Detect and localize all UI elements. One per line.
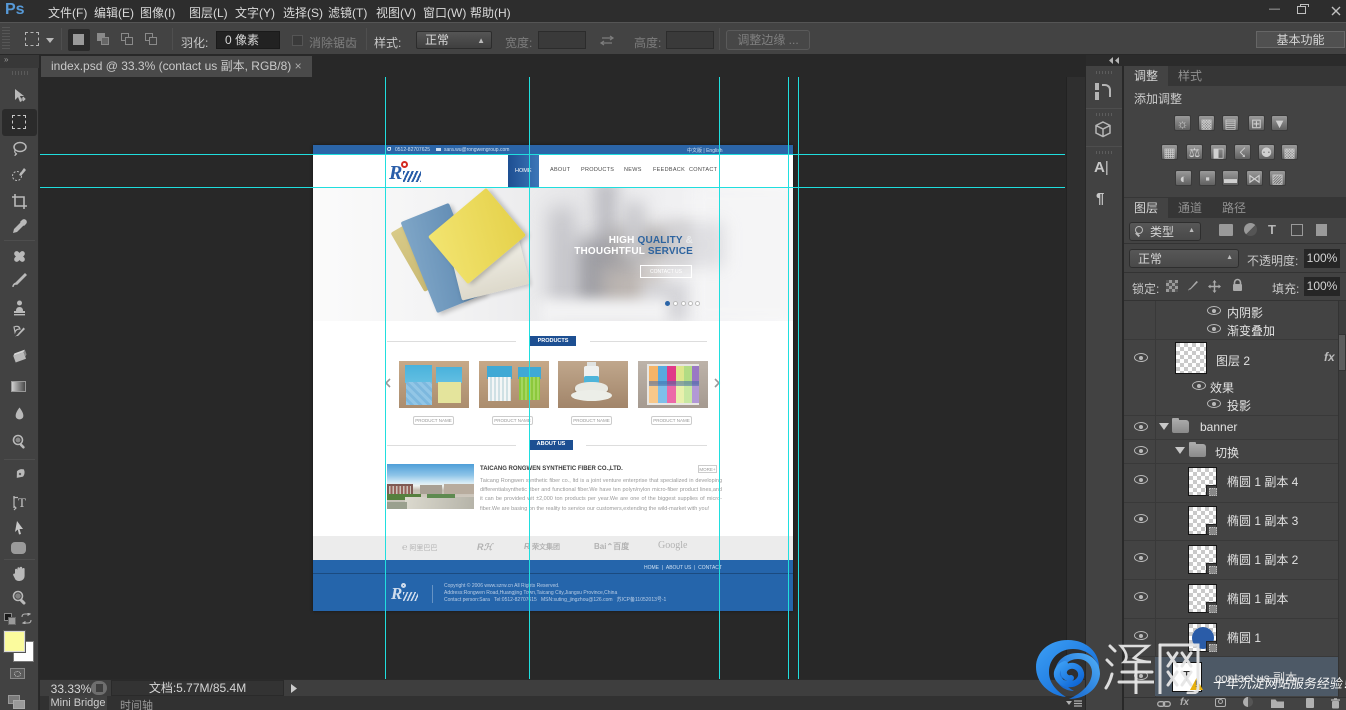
svg-text:T: T [18, 495, 26, 510]
